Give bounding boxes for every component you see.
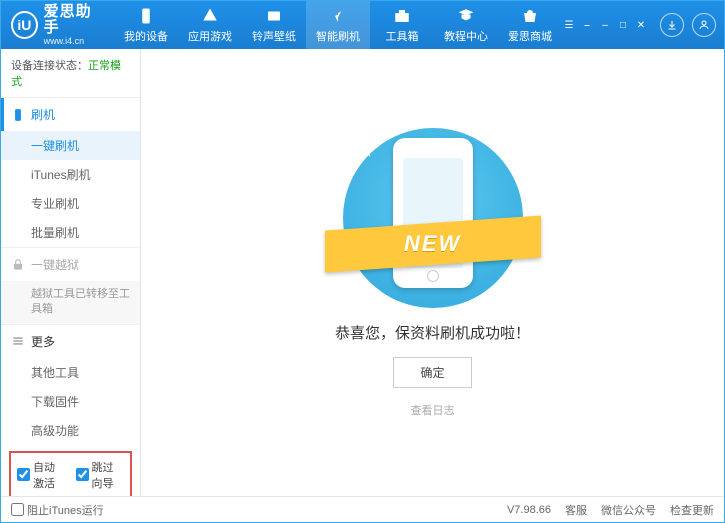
user-button[interactable] — [692, 13, 716, 37]
success-message: 恭喜您，保资料刷机成功啦！ — [335, 322, 530, 343]
sidebar-head-jailbreak[interactable]: 一键越狱 — [1, 248, 140, 281]
wechat-link[interactable]: 微信公众号 — [601, 502, 656, 518]
nav-apps-games[interactable]: 应用游戏 — [178, 1, 242, 49]
sidebar-head-more[interactable]: 更多 — [1, 325, 140, 358]
titlebar: iU 爱思助手 www.i4.cn 我的设备 应用游戏 铃声壁纸 智能刷机 工具… — [1, 1, 724, 49]
sidebar-item-itunes-flash[interactable]: iTunes刷机 — [1, 160, 140, 189]
menu-icon[interactable]: ☰ — [562, 18, 576, 32]
success-illustration: NEW — [343, 128, 523, 308]
jailbreak-note: 越狱工具已转移至工具箱 — [1, 281, 140, 324]
check-update-link[interactable]: 检查更新 — [670, 502, 714, 518]
sidebar-item-other-tools[interactable]: 其他工具 — [1, 358, 140, 387]
ok-button[interactable]: 确定 — [393, 357, 471, 388]
new-ribbon: NEW — [325, 215, 541, 272]
sidebar-head-flash[interactable]: 刷机 — [1, 98, 140, 131]
minimize-icon[interactable]: – — [598, 18, 612, 32]
nav-toolbox[interactable]: 工具箱 — [370, 1, 434, 49]
options-box: 自动激活 跳过向导 — [9, 451, 132, 496]
sidebar-item-advanced[interactable]: 高级功能 — [1, 416, 140, 445]
window-controls: ☰ ⎯ – □ ✕ — [562, 18, 648, 32]
maximize-icon[interactable]: □ — [616, 18, 630, 32]
nav-my-device[interactable]: 我的设备 — [114, 1, 178, 49]
nav-store[interactable]: 爱思商城 — [498, 1, 562, 49]
nav-ringtone-wallpaper[interactable]: 铃声壁纸 — [242, 1, 306, 49]
nav-smart-flash[interactable]: 智能刷机 — [306, 1, 370, 49]
app-url: www.i4.cn — [44, 37, 104, 47]
device-status: 设备连接状态：正常模式 — [1, 49, 140, 97]
view-log-link[interactable]: 查看日志 — [411, 402, 455, 418]
main-content: NEW 恭喜您，保资料刷机成功啦！ 确定 查看日志 — [141, 49, 724, 496]
nav-tutorials[interactable]: 教程中心 — [434, 1, 498, 49]
footer: 阻止iTunes运行 V7.98.66 客服 微信公众号 检查更新 — [1, 496, 724, 522]
checkbox-auto-activate[interactable]: 自动激活 — [17, 459, 66, 491]
sidebar: 设备连接状态：正常模式 刷机 一键刷机 iTunes刷机 专业刷机 批量刷机 一… — [1, 49, 141, 496]
sidebar-item-download-firmware[interactable]: 下载固件 — [1, 387, 140, 416]
close-icon[interactable]: ✕ — [634, 18, 648, 32]
sidebar-item-batch-flash[interactable]: 批量刷机 — [1, 218, 140, 247]
checkbox-skip-setup[interactable]: 跳过向导 — [76, 459, 125, 491]
pin-icon[interactable]: ⎯ — [580, 18, 594, 32]
logo-icon: iU — [11, 11, 38, 39]
checkbox-block-itunes[interactable]: 阻止iTunes运行 — [11, 502, 104, 518]
version-label: V7.98.66 — [507, 504, 551, 516]
sidebar-item-oneclick-flash[interactable]: 一键刷机 — [1, 131, 140, 160]
top-nav: 我的设备 应用游戏 铃声壁纸 智能刷机 工具箱 教程中心 爱思商城 — [114, 1, 562, 49]
app-title: 爱思助手 — [44, 4, 104, 37]
download-button[interactable] — [660, 13, 684, 37]
sidebar-item-pro-flash[interactable]: 专业刷机 — [1, 189, 140, 218]
customer-service-link[interactable]: 客服 — [565, 502, 587, 518]
app-logo: iU 爱思助手 www.i4.cn — [11, 4, 104, 47]
